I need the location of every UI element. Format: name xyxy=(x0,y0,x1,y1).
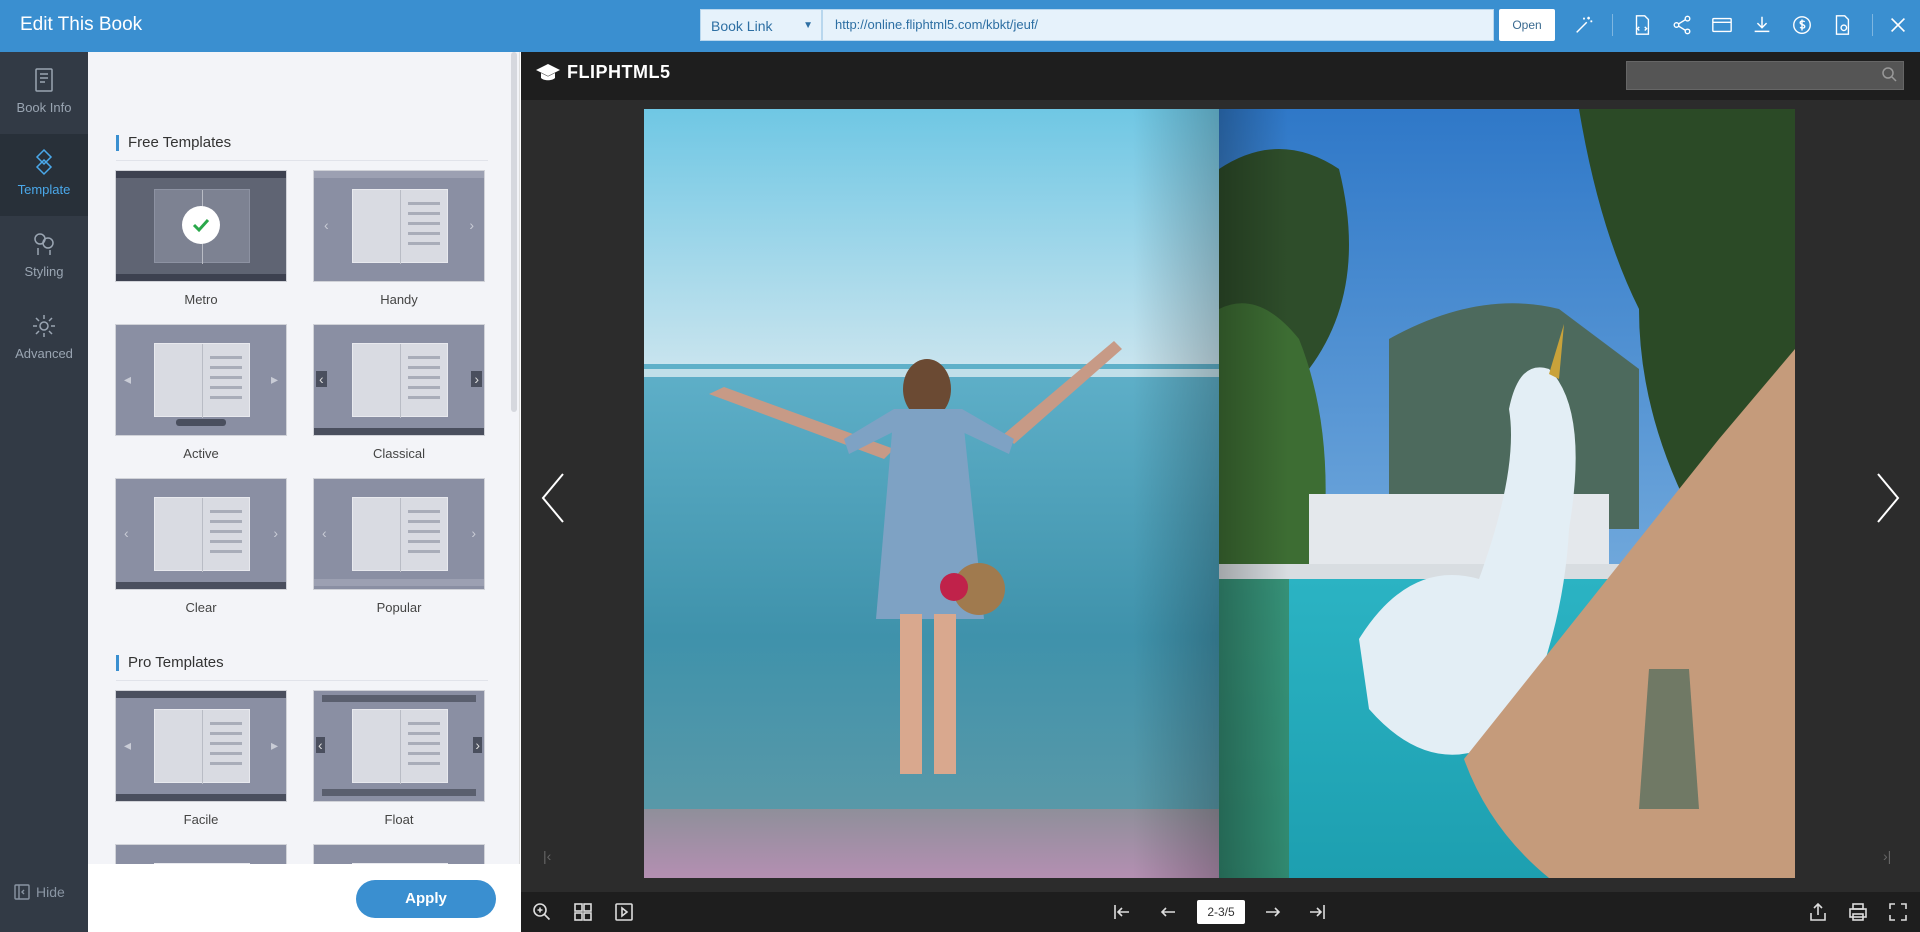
template-card-metro[interactable] xyxy=(115,170,287,282)
nav-label: Advanced xyxy=(15,346,73,361)
selected-check-icon xyxy=(182,206,220,244)
template-label: Facile xyxy=(183,812,219,827)
next-page-arrow[interactable] xyxy=(1872,468,1904,528)
next-page-icon[interactable] xyxy=(1262,901,1284,923)
viewer-search-input[interactable] xyxy=(1626,61,1904,90)
book-preview: FLIPHTML5 |‹ ›| 2-3/5 xyxy=(521,52,1920,932)
styling-icon xyxy=(34,233,54,255)
first-page-faint-icon[interactable]: |‹ xyxy=(543,848,551,864)
hide-label: Hide xyxy=(36,884,65,900)
pro-templates-title: Pro Templates xyxy=(116,655,224,671)
template-card-clear[interactable]: ‹ › xyxy=(115,478,287,590)
template-scrollbar[interactable] xyxy=(511,52,517,412)
template-label: Handy xyxy=(380,292,418,307)
brand-name: FLIPHTML5 xyxy=(567,62,671,82)
share-icon[interactable] xyxy=(1670,13,1694,37)
previous-page-arrow[interactable] xyxy=(537,468,569,528)
template-card-float[interactable]: ‹ › xyxy=(313,690,485,802)
previous-page-icon[interactable] xyxy=(1157,901,1179,923)
nav-label: Styling xyxy=(24,264,64,279)
thumbnails-icon[interactable] xyxy=(572,901,594,923)
brand-logo: FLIPHTML5 xyxy=(535,62,671,83)
nav-styling[interactable]: Styling xyxy=(0,216,88,298)
book-page-right[interactable] xyxy=(1219,109,1795,878)
template-card-handy[interactable]: ‹ › xyxy=(313,170,485,282)
nav-label: Template xyxy=(17,182,71,197)
book-info-icon xyxy=(35,68,53,92)
template-label: Metro xyxy=(184,292,218,307)
link-type-select[interactable]: Book Link ▼ xyxy=(700,9,822,41)
template-label: Popular xyxy=(376,600,422,615)
pool-photo xyxy=(1219,109,1795,878)
hide-panel-button[interactable]: Hide xyxy=(14,884,65,900)
book-url-field[interactable]: http://online.fliphtml5.com/kbkt/jeuf/ xyxy=(822,9,1494,41)
print-icon[interactable] xyxy=(1847,901,1869,923)
seo-icon[interactable] xyxy=(1710,13,1734,37)
open-button[interactable]: Open xyxy=(1499,9,1555,41)
template-list[interactable]: Free Templates Metro ‹ › Handy ◂ ▸ Active xyxy=(88,52,520,864)
template-icon xyxy=(35,148,53,176)
template-card-pro[interactable] xyxy=(313,844,485,864)
download-icon[interactable] xyxy=(1750,13,1774,37)
free-templates-title: Free Templates xyxy=(116,135,231,151)
apply-footer: Apply xyxy=(88,864,520,932)
collapse-icon xyxy=(14,884,30,900)
nav-label: Book Info xyxy=(16,100,72,115)
template-label: Float xyxy=(384,812,414,827)
nav-advanced[interactable]: Advanced xyxy=(0,298,88,380)
page-number-input[interactable]: 2-3/5 xyxy=(1197,900,1245,924)
nav-book-info[interactable]: Book Info xyxy=(0,52,88,134)
close-icon[interactable] xyxy=(1886,13,1910,37)
template-card-pro[interactable] xyxy=(115,844,287,864)
document-settings-icon[interactable] xyxy=(1830,13,1854,37)
autoflip-icon[interactable] xyxy=(613,901,635,923)
zoom-in-icon[interactable] xyxy=(531,901,553,923)
first-page-icon[interactable] xyxy=(1111,901,1133,923)
last-page-icon[interactable] xyxy=(1306,901,1328,923)
side-nav: Book Info Template Styling Advanced Hide xyxy=(0,52,88,932)
chevron-down-icon: ▼ xyxy=(803,20,813,31)
template-card-active[interactable]: ◂ ▸ xyxy=(115,324,287,436)
template-card-popular[interactable]: ‹ › xyxy=(313,478,485,590)
fullscreen-icon[interactable] xyxy=(1887,901,1909,923)
viewer-bottom-bar: 2-3/5 xyxy=(521,892,1920,932)
link-type-value: Book Link xyxy=(711,18,773,34)
template-label: Active xyxy=(183,446,219,461)
sea-photo xyxy=(644,109,1219,878)
app-title: Edit This Book xyxy=(20,14,143,35)
nav-template[interactable]: Template xyxy=(0,134,88,216)
top-bar: Edit This Book Book Link ▼ http://online… xyxy=(0,0,1920,52)
html-export-icon[interactable] xyxy=(1630,13,1654,37)
template-card-classical[interactable]: ‹ › xyxy=(313,324,485,436)
book-page-left[interactable] xyxy=(644,109,1219,878)
gear-icon xyxy=(33,315,55,337)
viewer-toolbar: FLIPHTML5 xyxy=(521,52,1920,100)
graduation-cap-icon xyxy=(536,63,560,80)
template-card-facile[interactable]: ◂ ▸ xyxy=(115,690,287,802)
monetize-icon[interactable] xyxy=(1790,13,1814,37)
template-label: Clear xyxy=(185,600,217,615)
magic-wand-icon[interactable] xyxy=(1572,13,1596,37)
search-icon xyxy=(1881,66,1897,87)
template-panel: Free Templates Metro ‹ › Handy ◂ ▸ Active xyxy=(88,52,520,932)
share-icon[interactable] xyxy=(1807,901,1829,923)
apply-button[interactable]: Apply xyxy=(356,880,496,918)
last-page-faint-icon[interactable]: ›| xyxy=(1883,848,1891,864)
template-label: Classical xyxy=(372,446,425,461)
